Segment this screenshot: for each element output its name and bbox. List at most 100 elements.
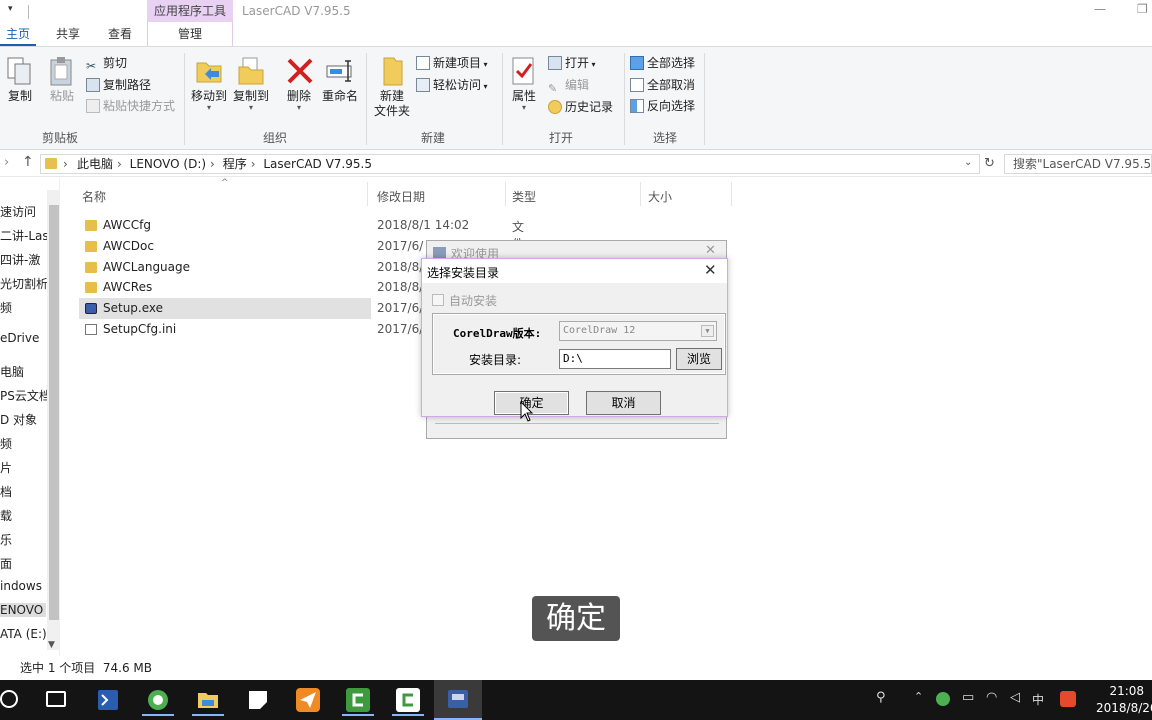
nav-item[interactable]: indows	[0, 579, 42, 593]
refresh-icon[interactable]: ↻	[984, 156, 995, 171]
dialog-close-button[interactable]: ✕	[704, 261, 717, 279]
tab-home[interactable]: 主页	[0, 22, 37, 46]
nav-item[interactable]: 速访问	[0, 203, 36, 220]
column-header-type[interactable]: 类型	[512, 188, 536, 205]
file-date: 2017/6/	[377, 301, 424, 315]
breadcrumb-item[interactable]: LENOVO (D:)	[130, 157, 206, 171]
address-bar[interactable]: › 此电脑 › LENOVO (D:) › 程序 › LaserCAD V7.95.5	[40, 154, 980, 174]
tab-manage[interactable]: 管理	[147, 22, 233, 46]
new-item-button[interactable]: 新建项目 ▾	[416, 55, 488, 73]
file-row[interactable]: AWCDoc 2017/6/	[79, 236, 423, 257]
welcome-close-button[interactable]: ✕	[705, 243, 716, 258]
up-arrow-icon[interactable]: ↑	[22, 154, 34, 170]
paste-button[interactable]: 粘贴	[46, 55, 78, 104]
quick-access-dropdown-icon[interactable]: ▾	[8, 4, 13, 14]
nav-item-selected[interactable]: ENOVO (	[0, 603, 52, 617]
nav-item[interactable]: 二讲-Las	[0, 227, 49, 244]
select-none-button[interactable]: 全部取消	[630, 77, 695, 93]
easy-access-button[interactable]: 轻松访问 ▾	[416, 77, 488, 95]
nav-item[interactable]: 四讲-激	[0, 251, 40, 268]
divider	[367, 182, 368, 206]
cut-button[interactable]: ✂ 剪切	[86, 55, 127, 73]
taskbar-app-powershell[interactable]	[88, 684, 128, 716]
chevron-down-icon[interactable]: ⌄	[964, 157, 972, 168]
chevron-up-icon[interactable]: ⌃	[914, 690, 923, 703]
ime-indicator[interactable]: 中	[1032, 691, 1044, 708]
nav-scrollbar-thumb[interactable]	[49, 205, 59, 620]
file-row-selected[interactable]: Setup.exe 2017/6/	[79, 298, 423, 319]
active-indicator	[342, 714, 374, 716]
taskbar-app-camtasia[interactable]	[338, 684, 378, 716]
cortana-circle-icon[interactable]	[0, 690, 18, 708]
nav-item[interactable]: 片	[0, 459, 12, 476]
taskbar-app-send[interactable]	[288, 684, 328, 716]
open-button[interactable]: 打开 ▾	[548, 55, 596, 73]
new-folder-button[interactable]: 新建 文件夹	[372, 55, 412, 119]
file-row[interactable]: AWCLanguage 2018/8/	[79, 257, 423, 278]
chevron-down-icon[interactable]: ▼	[701, 325, 714, 337]
maximize-button[interactable]: ❐	[1137, 2, 1148, 16]
battery-icon[interactable]: ▭	[962, 690, 974, 705]
clock[interactable]: 21:08 2018/8/26	[1096, 683, 1152, 717]
browser-icon	[148, 690, 168, 710]
column-header-name[interactable]: 名称	[82, 188, 106, 205]
nav-item[interactable]: 面	[0, 555, 12, 572]
scroll-down-icon[interactable]: ▼	[48, 640, 55, 650]
cancel-button[interactable]: 取消	[586, 391, 661, 415]
forward-arrow-icon[interactable]: ›	[4, 155, 9, 170]
install-dir-input[interactable]: D:\	[559, 349, 671, 369]
nav-item[interactable]: 载	[0, 507, 12, 524]
column-header-date[interactable]: 修改日期	[377, 188, 425, 205]
wifi-icon[interactable]: ◠	[986, 690, 997, 705]
nav-item[interactable]: 档	[0, 483, 12, 500]
breadcrumb-item[interactable]: 程序	[223, 157, 247, 171]
coreldraw-version-select[interactable]: CorelDraw 12 ▼	[559, 321, 717, 341]
nav-item[interactable]: 光切割析	[0, 275, 48, 292]
taskbar-app-browser[interactable]	[138, 684, 178, 716]
select-all-button[interactable]: 全部选择	[630, 55, 695, 71]
volume-icon[interactable]: ◁	[1010, 690, 1020, 705]
nav-item[interactable]: 乐	[0, 531, 12, 548]
nav-item[interactable]: eDrive	[0, 331, 39, 345]
nav-item[interactable]: PS云文档	[0, 387, 51, 404]
browse-button[interactable]: 浏览	[676, 348, 722, 370]
nav-item[interactable]: 电脑	[0, 363, 24, 380]
copy-to-button[interactable]: 复制到 ▾	[232, 55, 270, 112]
tab-share[interactable]: 共享	[50, 22, 86, 46]
breadcrumb-item[interactable]: LaserCAD V7.95.5	[263, 157, 372, 171]
taskbar-app-file-explorer[interactable]	[188, 684, 228, 716]
nav-item[interactable]: D 对象	[0, 411, 37, 428]
wechat-tray-icon[interactable]	[936, 692, 950, 706]
move-to-button[interactable]: 移动到 ▾	[190, 55, 228, 112]
tab-view[interactable]: 查看	[102, 22, 138, 46]
delete-button[interactable]: 删除 ▾	[284, 55, 314, 112]
task-view-icon[interactable]	[46, 691, 66, 707]
file-row[interactable]: SetupCfg.ini 2017/6/	[79, 319, 423, 340]
file-row[interactable]: AWCCfg 2018/8/1 14:02 文件夹	[79, 215, 524, 268]
nav-item[interactable]: 频	[0, 435, 12, 452]
auto-install-label: 自动安装	[449, 294, 498, 308]
copy-button[interactable]: 复制	[4, 55, 36, 104]
minimize-button[interactable]: —	[1094, 2, 1106, 16]
sogou-ime-icon[interactable]	[1060, 691, 1076, 707]
history-button[interactable]: 历史记录	[548, 99, 613, 115]
taskbar-app-notes[interactable]	[238, 684, 278, 716]
edit-button[interactable]: ✎ 编辑	[548, 77, 589, 95]
rename-button[interactable]: 重命名	[320, 55, 360, 104]
taskbar-app-setup[interactable]	[434, 680, 482, 720]
column-header-size[interactable]: 大小	[648, 188, 672, 205]
properties-button[interactable]: 属性 ▾	[508, 55, 540, 112]
taskbar-app-recorder[interactable]	[388, 684, 428, 716]
invert-selection-button[interactable]: 反向选择	[630, 98, 695, 114]
context-tab-app-tools[interactable]: 应用程序工具	[147, 0, 233, 22]
nav-item[interactable]: ATA (E:)	[0, 627, 47, 641]
file-row[interactable]: AWCRes 2018/8/	[79, 277, 423, 298]
paste-shortcut-button[interactable]: 粘贴快捷方式	[86, 98, 175, 114]
breadcrumb-item[interactable]: 此电脑	[77, 157, 113, 171]
nav-item[interactable]: 频	[0, 299, 12, 316]
auto-install-checkbox[interactable]	[432, 294, 444, 306]
folder-icon	[85, 220, 97, 231]
people-icon[interactable]: ⚲	[876, 690, 886, 705]
search-input[interactable]: 搜索"LaserCAD V7.95.5"	[1004, 154, 1152, 174]
copy-path-button[interactable]: 复制路径	[86, 77, 151, 93]
